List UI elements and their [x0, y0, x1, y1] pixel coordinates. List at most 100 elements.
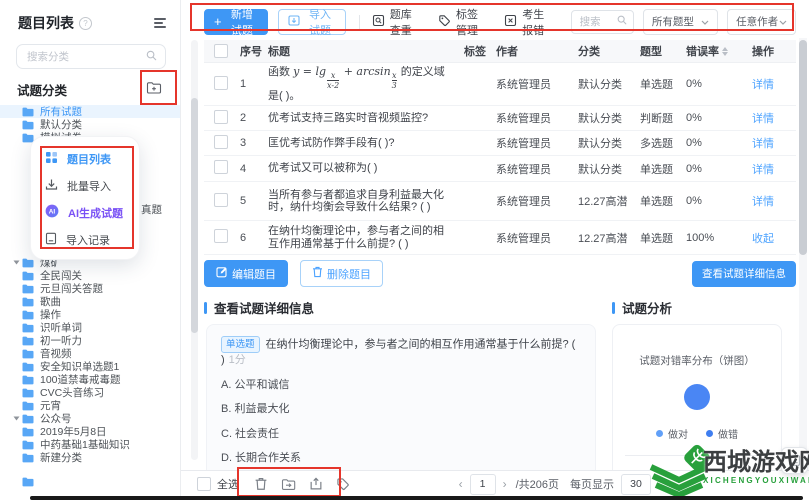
row-action-link[interactable]: 详情 — [752, 164, 774, 176]
row-action-link[interactable]: 详情 — [752, 113, 774, 125]
category-search-input[interactable] — [25, 49, 146, 64]
collapse-menu-icon[interactable] — [154, 18, 166, 28]
popup-menu-item[interactable]: AI AI生成试题 — [45, 199, 139, 226]
edit-question-button[interactable]: 编辑题目 — [204, 260, 288, 287]
folder-icon — [22, 323, 34, 333]
question-title: 当所有参与者都追求自身利益最大化时，纳什均衡会导致什么结果? ( ) — [268, 188, 444, 214]
analysis-section-title: 试题分析 — [622, 302, 673, 316]
question-type-badge: 单选题 — [221, 336, 260, 353]
sidebar-tree-item[interactable]: 默认分类 — [0, 118, 180, 131]
popup-menu-item[interactable]: 题目列表 — [45, 145, 139, 172]
legend-dot — [656, 430, 663, 437]
question-search-box[interactable] — [570, 9, 634, 34]
popup-menu-item[interactable]: 批量导入 — [45, 172, 139, 199]
minimize-panel-widget[interactable] — [781, 447, 808, 474]
folder-icon — [22, 310, 34, 320]
folder-icon — [22, 349, 34, 359]
category-popup-menu: 题目列表 批量导入 AI AI生成试题 导入记录 — [30, 136, 140, 260]
question-analysis-section: 试题分析 试题对错率分布（饼图） 做对做错 选择率 — [612, 298, 782, 482]
folder-icon — [22, 284, 34, 294]
tag-selected-icon[interactable] — [336, 477, 350, 491]
select-all-checkbox[interactable] — [197, 477, 211, 491]
folder-icon — [22, 297, 34, 307]
row-action-link[interactable]: 详情 — [752, 196, 774, 208]
tag-manage-button[interactable]: 标签管理 — [438, 6, 487, 38]
plus-icon: + — [214, 14, 222, 29]
row-checkbox[interactable] — [214, 229, 228, 243]
import-question-button[interactable]: 导入试题 — [278, 8, 346, 37]
sidebar-tree-item[interactable]: 元宵 — [0, 399, 180, 412]
detail-section-title: 查看试题详细信息 — [214, 302, 315, 316]
panel-icon — [788, 454, 801, 467]
row-type: 判断题 — [640, 113, 673, 125]
sidebar-tree-item[interactable]: 中药基础1基础知识 — [0, 438, 180, 451]
next-page-button[interactable]: › — [499, 477, 511, 491]
type-filter-select[interactable]: 所有题型 — [642, 8, 719, 35]
sidebar-tree-item[interactable]: 新建分类 — [0, 451, 180, 464]
sidebar-tree-item[interactable]: 所有试题 — [0, 105, 180, 118]
folder-icon — [22, 336, 34, 346]
prev-page-button[interactable]: ‹ — [455, 477, 467, 491]
category-search-box[interactable] — [16, 44, 166, 69]
sidebar-tree-item[interactable]: 歌曲 — [0, 295, 180, 308]
question-title: 优考试支持三路实时音视频监控? — [268, 111, 429, 124]
row-number: 1 — [240, 78, 247, 90]
table-header-row: 序号 标题 标签 作者 分类 题型 错误率 操作 — [204, 40, 796, 63]
row-checkbox[interactable] — [214, 160, 228, 174]
row-checkbox[interactable] — [214, 192, 228, 207]
question-option: B. 利益最大化 — [221, 403, 290, 415]
select-all-checkbox[interactable] — [214, 44, 228, 58]
scrollbar-thumb[interactable] — [191, 98, 198, 333]
row-checkbox[interactable] — [214, 109, 228, 124]
row-action-link[interactable]: 收起 — [752, 233, 774, 245]
row-type: 多选题 — [640, 138, 673, 150]
table-row: 2 优考试支持三路实时音视频监控? 系统管理员 默认分类 判断题 0% 详情 — [204, 106, 796, 131]
row-checkbox[interactable] — [214, 134, 228, 149]
row-category: 默认分类 — [578, 163, 622, 176]
main-scrollbar[interactable] — [799, 38, 807, 464]
sidebar-tree-lower: 煤矿 全民闯关 元旦闯关答题 歌曲 操作 识听单词 初一听力 音视频 安全知识单选题1 100道禁… — [0, 256, 180, 464]
row-action-link[interactable]: 详情 — [752, 79, 774, 91]
row-checkbox[interactable] — [214, 75, 228, 90]
sidebar-tree-item[interactable]: 初一听力 — [0, 334, 180, 347]
sidebar-tree-item[interactable]: 识听单词 — [0, 321, 180, 334]
row-number: 3 — [240, 137, 247, 149]
add-question-button[interactable]: + 新增试题 — [204, 8, 269, 37]
row-action-link[interactable]: 详情 — [752, 138, 774, 150]
current-page-box[interactable]: 1 — [469, 473, 496, 495]
per-page-select[interactable]: 30 — [621, 473, 651, 495]
sidebar-tree-item[interactable]: CVC头音练习 — [0, 386, 180, 399]
row-error-rate: 0% — [686, 112, 702, 124]
folder-icon — [22, 453, 34, 463]
dedupe-button[interactable]: 题库查重 — [372, 6, 421, 38]
export-icon[interactable] — [309, 477, 323, 491]
question-search-input[interactable] — [577, 14, 617, 29]
move-to-folder-icon[interactable] — [281, 478, 296, 491]
table-row: 4 优考试又可以被称为( ) 系统管理员 默认分类 单选题 0% 详情 — [204, 156, 796, 182]
sidebar-scrollbar[interactable] — [191, 40, 198, 460]
import-icon — [288, 14, 300, 29]
popup-menu-item[interactable]: 导入记录 — [45, 226, 139, 253]
view-detail-button[interactable]: 查看试题详细信息 — [692, 260, 796, 287]
table-row: 3 匡优考试防作弊手段有( )? 系统管理员 默认分类 多选题 0% 详情 — [204, 131, 796, 156]
question-options: A. 公平和诚信 B. 利益最大化 C. 社会责任 D. 长期合作关系 — [221, 376, 581, 466]
delete-selected-icon[interactable] — [254, 477, 268, 491]
legend-item: 做错 — [706, 426, 738, 441]
add-folder-icon[interactable] — [146, 81, 162, 98]
doc-search-icon — [372, 14, 385, 30]
sidebar-tree-item[interactable]: 元旦闯关答题 — [0, 282, 180, 295]
report-error-button[interactable]: 考生报错 — [504, 6, 553, 38]
delete-question-button[interactable]: 删除题目 — [300, 260, 383, 287]
chevron-down-icon — [701, 16, 709, 28]
folder-icon — [22, 388, 34, 398]
folder-icon — [22, 258, 34, 268]
author-filter-select[interactable]: 任意作者 — [727, 8, 797, 35]
section-accent-bar — [612, 301, 615, 314]
sidebar-tree-item[interactable]: 操作 — [0, 308, 180, 321]
scrollbar-thumb[interactable] — [799, 40, 807, 255]
table-row: 1 函数 y = lg x x-2 + arcsin x 3 的定义域是( )。 系统管理员… — [204, 63, 796, 106]
sort-icon[interactable] — [722, 46, 728, 56]
sidebar-tree-item-partial[interactable]: 真题 — [141, 202, 162, 217]
folder-icon — [22, 401, 34, 411]
grid-icon — [45, 151, 58, 167]
